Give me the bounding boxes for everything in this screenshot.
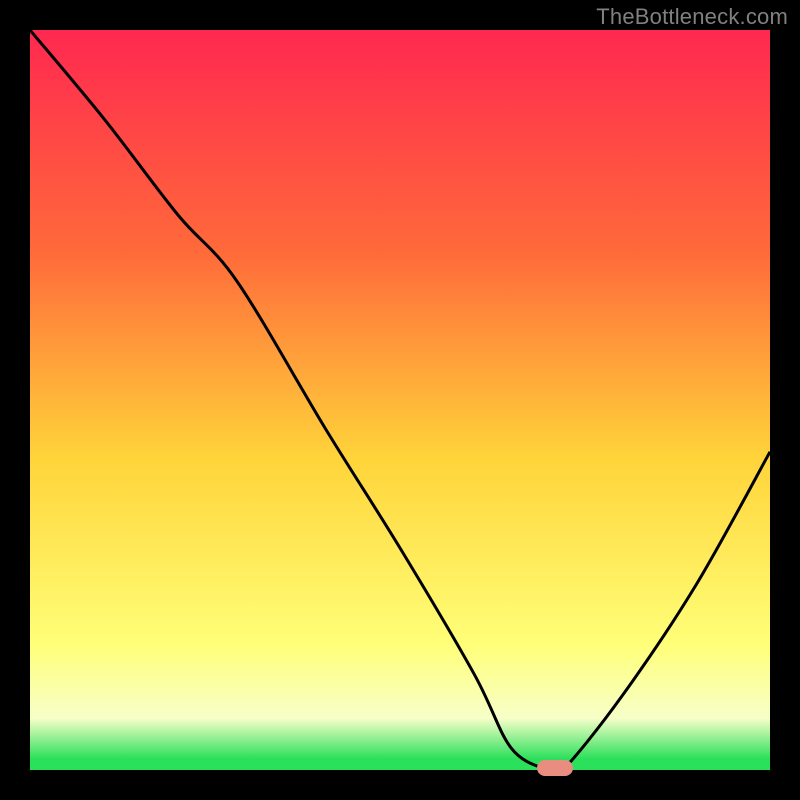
watermark-text: TheBottleneck.com	[596, 4, 788, 30]
plot-area	[30, 30, 770, 770]
chart-svg	[30, 30, 770, 770]
optimal-marker	[537, 760, 573, 776]
chart-frame: TheBottleneck.com	[0, 0, 800, 800]
gradient-rect	[30, 30, 770, 770]
